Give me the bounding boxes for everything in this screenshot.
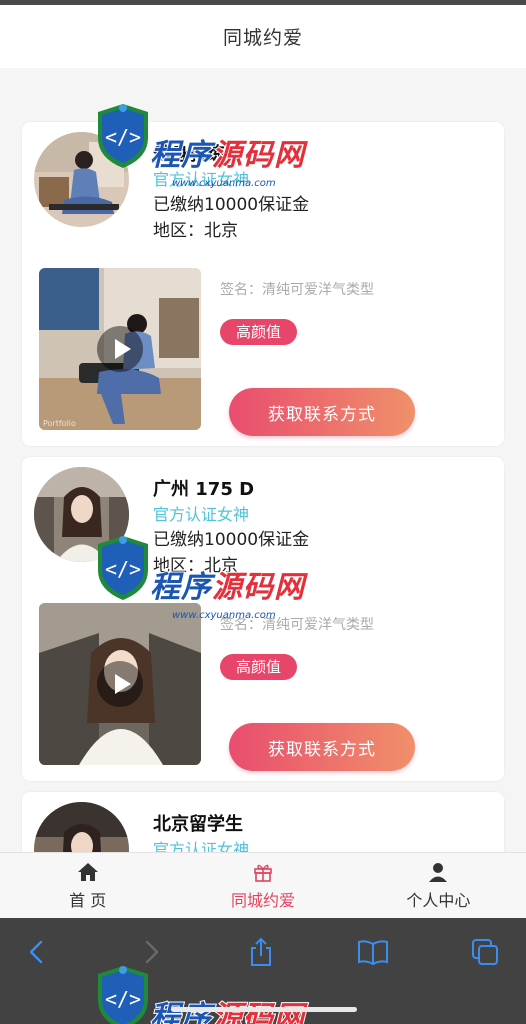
bookmarks-icon [358,940,388,966]
profile-name: 健身教练 [153,144,225,165]
verified-label: 官方认证女神 [153,505,250,524]
tab-label: 个人中心 [406,890,471,910]
home-indicator[interactable] [171,1007,357,1012]
tab-label: 同城约爱 [230,890,295,910]
avatar[interactable] [34,132,129,227]
profile-name: 广州 175 D [153,479,255,500]
share-icon [251,937,271,966]
tab-home[interactable]: 首 页 [0,853,175,918]
tab-profile[interactable]: 个人中心 [351,853,526,918]
get-contact-button[interactable]: 获取联系方式 [229,388,415,436]
tabs-icon [472,939,498,965]
deposit-label: 已缴纳10000保证金 [153,530,310,550]
watermark: </> 程序源码网 [92,962,332,1024]
tab-local-dating[interactable]: 同城约爱 [175,853,350,918]
back-icon [29,940,43,964]
forward-button[interactable] [131,932,171,972]
profile-card[interactable]: 北京留学生 官方认证女神 [22,792,504,852]
profile-card[interactable]: 健身教练 官方认证女神 已缴纳10000保证金 地区：北京 Portfolio … [22,122,504,446]
verified-label: 官方认证女神 [153,170,250,189]
video-thumbnail[interactable]: Portfolio [39,268,201,430]
tab-label: 首 页 [69,890,107,910]
deposit-label: 已缴纳10000保证金 [153,195,310,215]
watermark-text-red: 源码网 [211,999,305,1024]
get-contact-button[interactable]: 获取联系方式 [229,723,415,771]
signature-label: 签名：清纯可爱洋气类型 [220,617,374,633]
avatar[interactable] [34,802,129,852]
gift-icon [254,864,272,882]
share-button[interactable] [241,932,281,972]
feature-tag: 高颜值 [220,319,298,345]
video-thumbnail[interactable] [39,603,201,765]
region-label: 地区：北京 [153,221,238,241]
profile-name: 北京留学生 [153,814,243,835]
feature-tag: 高颜值 [220,654,298,680]
user-icon [429,862,448,882]
bottom-tab-bar: 首 页 同城约爱 个人中心 [0,852,526,918]
video-caption: Portfolio [43,419,76,428]
profile-card[interactable]: 广州 175 D 官方认证女神 已缴纳10000保证金 地区：北京 签名：清纯可… [22,457,504,781]
watermark-text: 程序 [149,999,212,1024]
verified-label: 官方认证女神 [153,840,250,852]
back-button[interactable] [17,932,57,972]
play-icon[interactable] [97,661,143,707]
profile-list[interactable]: 健身教练 官方认证女神 已缴纳10000保证金 地区：北京 Portfolio … [0,68,526,852]
home-icon [77,862,98,881]
bookmarks-button[interactable] [353,932,393,972]
page-title: 同城约爱 [222,27,303,49]
signature-label: 签名：清纯可爱洋气类型 [220,282,374,298]
avatar[interactable] [34,467,129,562]
play-icon[interactable] [97,326,143,372]
page-header: 同城约爱 [0,5,526,68]
region-label: 地区：北京 [153,556,238,576]
forward-icon [145,940,159,964]
svg-text:</>: </> [105,987,141,1011]
tabs-button[interactable] [465,932,505,972]
